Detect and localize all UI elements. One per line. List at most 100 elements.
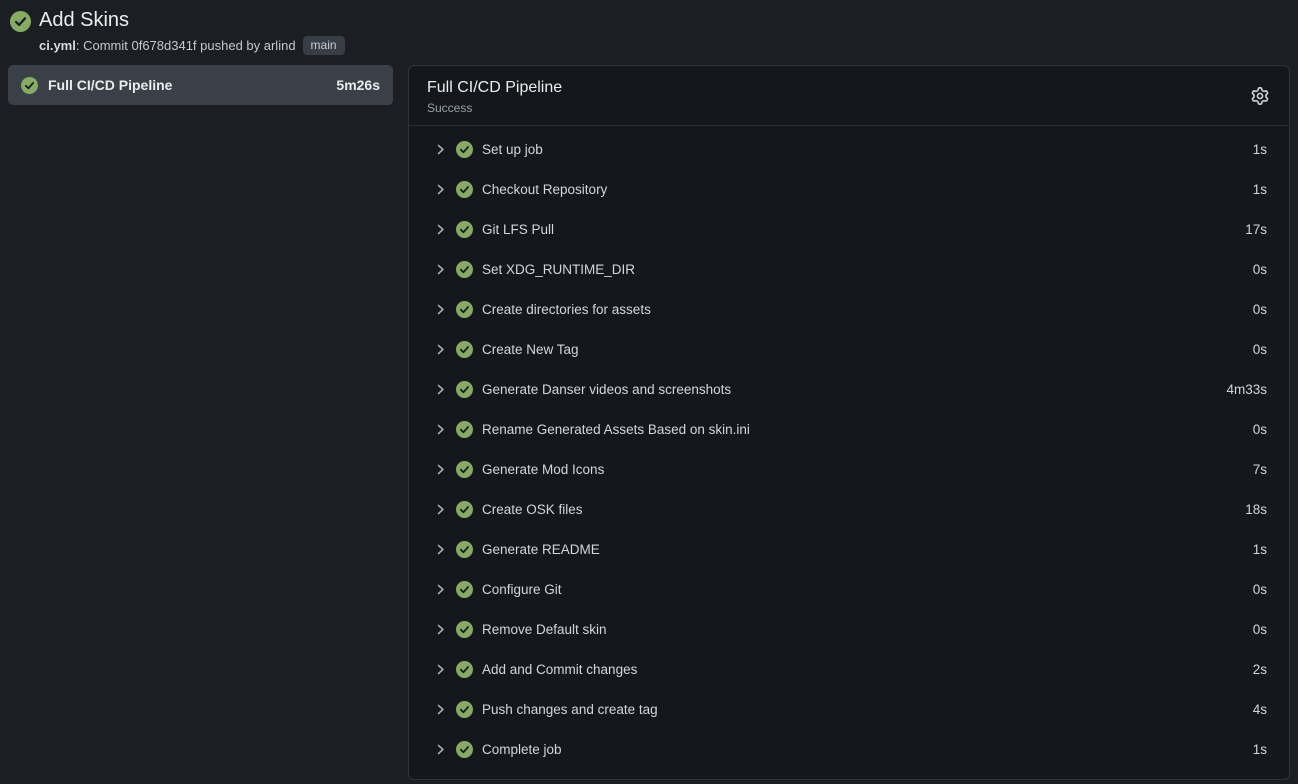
chevron-right-icon <box>434 223 447 236</box>
job-detail-panel: Full CI/CD Pipeline Success Set up job 1… <box>408 65 1290 780</box>
steps-list: Set up job 1s Checkout Repository 1s Git… <box>409 126 1289 779</box>
step-duration: 17s <box>1245 222 1267 237</box>
step-duration: 0s <box>1253 582 1267 597</box>
chevron-right-icon <box>434 423 447 436</box>
step-name: Set XDG_RUNTIME_DIR <box>482 262 1244 277</box>
success-check-icon <box>456 621 473 638</box>
chevron-right-icon <box>434 583 447 596</box>
success-check-icon <box>456 141 473 158</box>
step-row[interactable]: Add and Commit changes 2s <box>409 649 1289 689</box>
success-check-icon <box>456 741 473 758</box>
step-name: Generate Mod Icons <box>482 462 1244 477</box>
run-content: Full CI/CD Pipeline 5m26s Full CI/CD Pip… <box>8 65 1290 780</box>
success-check-icon <box>456 221 473 238</box>
success-check-icon <box>456 421 473 438</box>
step-name: Push changes and create tag <box>482 702 1244 717</box>
chevron-right-icon <box>434 503 447 516</box>
success-check-icon <box>456 381 473 398</box>
success-check-icon <box>456 461 473 478</box>
actions-run-page: Add Skins ci.yml: Commit 0f678d341f push… <box>0 0 1298 780</box>
step-name: Create directories for assets <box>482 302 1244 317</box>
step-row[interactable]: Configure Git 0s <box>409 569 1289 609</box>
success-check-icon <box>456 181 473 198</box>
step-duration: 0s <box>1253 342 1267 357</box>
run-subtitle: ci.yml: Commit 0f678d341f pushed by arli… <box>39 36 345 55</box>
job-success-check-icon <box>21 77 38 94</box>
step-duration: 0s <box>1253 262 1267 277</box>
chevron-right-icon <box>434 623 447 636</box>
commit-description: : Commit 0f678d341f pushed by arlind <box>76 38 296 53</box>
success-check-icon <box>456 701 473 718</box>
step-name: Create New Tag <box>482 342 1244 357</box>
chevron-right-icon <box>434 343 447 356</box>
chevron-right-icon <box>434 183 447 196</box>
step-row[interactable]: Create directories for assets 0s <box>409 289 1289 329</box>
chevron-right-icon <box>434 143 447 156</box>
step-row[interactable]: Create New Tag 0s <box>409 329 1289 369</box>
step-duration: 2s <box>1253 662 1267 677</box>
step-row[interactable]: Generate Danser videos and screenshots 4… <box>409 369 1289 409</box>
success-check-icon <box>456 661 473 678</box>
job-card-full-ci-cd-pipeline[interactable]: Full CI/CD Pipeline 5m26s <box>8 65 393 105</box>
step-name: Git LFS Pull <box>482 222 1236 237</box>
step-duration: 0s <box>1253 422 1267 437</box>
step-duration: 0s <box>1253 622 1267 637</box>
step-name: Generate Danser videos and screenshots <box>482 382 1217 397</box>
gear-icon[interactable] <box>1247 83 1273 109</box>
success-check-icon <box>456 501 473 518</box>
success-check-icon <box>456 541 473 558</box>
chevron-right-icon <box>434 743 447 756</box>
run-header: Add Skins ci.yml: Commit 0f678d341f push… <box>8 6 1290 65</box>
step-row[interactable]: Rename Generated Assets Based on skin.in… <box>409 409 1289 449</box>
step-name: Create OSK files <box>482 502 1236 517</box>
job-duration: 5m26s <box>336 77 380 93</box>
step-row[interactable]: Create OSK files 18s <box>409 489 1289 529</box>
chevron-right-icon <box>434 463 447 476</box>
job-panel-title: Full CI/CD Pipeline <box>427 79 1247 97</box>
step-duration: 1s <box>1253 182 1267 197</box>
step-row[interactable]: Remove Default skin 0s <box>409 609 1289 649</box>
step-name: Checkout Repository <box>482 182 1244 197</box>
step-row[interactable]: Push changes and create tag 4s <box>409 689 1289 729</box>
chevron-right-icon <box>434 543 447 556</box>
step-duration: 1s <box>1253 742 1267 757</box>
step-duration: 0s <box>1253 302 1267 317</box>
step-row[interactable]: Checkout Repository 1s <box>409 169 1289 209</box>
step-name: Add and Commit changes <box>482 662 1244 677</box>
chevron-right-icon <box>434 383 447 396</box>
step-duration: 1s <box>1253 542 1267 557</box>
step-name: Complete job <box>482 742 1244 757</box>
branch-badge[interactable]: main <box>303 36 345 55</box>
step-name: Set up job <box>482 142 1244 157</box>
workflow-file-name: ci.yml <box>39 38 76 53</box>
job-panel-header: Full CI/CD Pipeline Success <box>409 66 1289 126</box>
job-status-text: Success <box>427 101 1247 115</box>
step-name: Generate README <box>482 542 1244 557</box>
step-row[interactable]: Complete job 1s <box>409 729 1289 769</box>
run-success-check-icon <box>10 11 31 32</box>
success-check-icon <box>456 261 473 278</box>
step-row[interactable]: Set up job 1s <box>409 129 1289 169</box>
job-panel-titles: Full CI/CD Pipeline Success <box>427 79 1247 115</box>
chevron-right-icon <box>434 303 447 316</box>
run-header-text: Add Skins ci.yml: Commit 0f678d341f push… <box>39 8 345 55</box>
step-duration: 4m33s <box>1226 382 1267 397</box>
success-check-icon <box>456 341 473 358</box>
chevron-right-icon <box>434 663 447 676</box>
jobs-sidebar: Full CI/CD Pipeline 5m26s <box>8 65 393 105</box>
step-duration: 4s <box>1253 702 1267 717</box>
run-title: Add Skins <box>39 8 345 33</box>
step-row[interactable]: Generate README 1s <box>409 529 1289 569</box>
job-name: Full CI/CD Pipeline <box>48 77 326 93</box>
step-row[interactable]: Set XDG_RUNTIME_DIR 0s <box>409 249 1289 289</box>
step-row[interactable]: Git LFS Pull 17s <box>409 209 1289 249</box>
chevron-right-icon <box>434 263 447 276</box>
step-row[interactable]: Generate Mod Icons 7s <box>409 449 1289 489</box>
success-check-icon <box>456 301 473 318</box>
step-name: Configure Git <box>482 582 1244 597</box>
success-check-icon <box>456 581 473 598</box>
step-duration: 1s <box>1253 142 1267 157</box>
chevron-right-icon <box>434 703 447 716</box>
step-duration: 18s <box>1245 502 1267 517</box>
step-name: Rename Generated Assets Based on skin.in… <box>482 422 1244 437</box>
